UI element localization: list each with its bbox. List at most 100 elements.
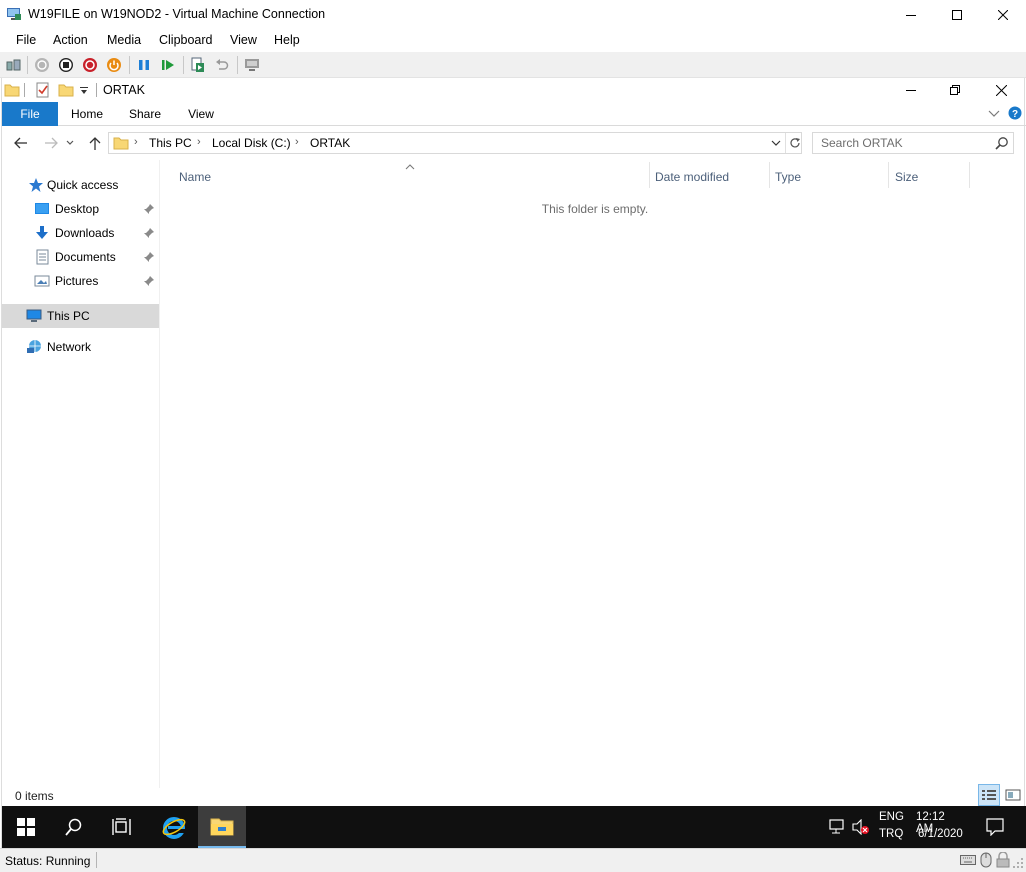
address-bar[interactable]: › This PC › Local Disk (C:) › ORTAK [108, 132, 802, 154]
resume-icon[interactable] [159, 56, 177, 74]
file-explorer-taskbar-icon[interactable] [198, 806, 246, 848]
sidebar-item-label: Documents [55, 250, 116, 264]
pin-icon [144, 275, 154, 289]
network-status-icon[interactable] [828, 819, 846, 838]
column-header-type[interactable]: Type [775, 170, 801, 190]
help-icon[interactable]: ? [1008, 106, 1022, 123]
recent-locations-button[interactable] [64, 134, 76, 152]
clock-date[interactable]: 6/1/2020 [918, 828, 963, 840]
pause-icon[interactable] [135, 56, 153, 74]
maximize-button[interactable] [934, 0, 980, 30]
start-icon[interactable] [33, 56, 51, 74]
picture-icon [34, 273, 50, 292]
menu-view[interactable]: View [230, 33, 257, 47]
taskbar: ENG TRQ 12:12 AM 6/1/2020 [2, 806, 1026, 848]
new-folder-icon[interactable] [58, 82, 74, 101]
large-icons-view-icon[interactable] [1002, 784, 1024, 806]
save-state-icon[interactable] [105, 56, 123, 74]
tab-file[interactable]: File [2, 102, 58, 126]
chevron-right-icon[interactable]: › [197, 136, 201, 148]
sidebar-item-label: Network [47, 340, 92, 354]
tab-view[interactable]: View [174, 102, 228, 126]
sidebar-item-label: Desktop [55, 202, 100, 216]
up-button[interactable] [85, 134, 105, 152]
explorer-window-title: ORTAK [103, 83, 145, 97]
network-icon [26, 339, 42, 358]
pin-icon [144, 227, 154, 241]
menu-media[interactable]: Media [107, 33, 141, 47]
task-view-button[interactable] [98, 806, 146, 848]
close-button[interactable] [980, 0, 1026, 30]
star-icon [28, 177, 44, 196]
navigation-pane: Quick access Desktop Downloads Documents… [2, 160, 160, 788]
navigation-bar: › This PC › Local Disk (C:) › ORTAK [2, 126, 1026, 160]
tab-home[interactable]: Home [60, 102, 114, 126]
sidebar-item-label: Downloads [55, 226, 115, 240]
enhanced-session-icon[interactable] [243, 56, 261, 74]
column-header-size[interactable]: Size [895, 170, 918, 190]
vm-menu-bar: File Action Media Clipboard View Help [0, 30, 1026, 52]
search-box[interactable] [812, 132, 1014, 154]
breadcrumb-this-pc[interactable]: This PC [149, 136, 192, 150]
volume-muted-icon[interactable] [852, 818, 870, 838]
sidebar-item-quick-access[interactable]: Quick access [2, 174, 159, 196]
vm-status-bar: Status: Running [0, 848, 1026, 872]
document-icon [35, 249, 51, 268]
address-history-icon[interactable] [771, 136, 781, 153]
revert-icon[interactable] [213, 56, 231, 74]
pin-icon [144, 203, 154, 217]
search-input[interactable] [813, 133, 991, 153]
forward-button[interactable] [41, 134, 61, 152]
sidebar-item-desktop[interactable]: Desktop [2, 198, 159, 220]
sidebar-item-documents[interactable]: Documents [2, 246, 159, 268]
column-header-date-modified[interactable]: Date modified [655, 170, 729, 190]
sidebar-item-label: This PC [47, 309, 90, 323]
chevron-right-icon[interactable]: › [295, 136, 299, 148]
pin-icon [144, 251, 154, 265]
search-icon[interactable] [995, 136, 1009, 153]
breadcrumb-local-disk[interactable]: Local Disk (C:) [212, 136, 291, 150]
column-header-name[interactable]: Name [179, 170, 211, 190]
explorer-restore-button[interactable] [932, 78, 978, 102]
resize-grip-icon[interactable] [1012, 857, 1024, 872]
vm-title-bar: W19FILE on W19NOD2 - Virtual Machine Con… [0, 0, 1026, 30]
search-button[interactable] [50, 806, 98, 848]
back-button[interactable] [11, 134, 31, 152]
ctrl-alt-del-icon[interactable] [5, 56, 23, 74]
desktop-icon [34, 201, 50, 220]
customize-qat-icon[interactable] [79, 85, 89, 99]
properties-icon[interactable] [35, 82, 51, 101]
guest-desktop: ORTAK File Home Share View ? › This PC ›… [1, 78, 1026, 848]
sidebar-item-downloads[interactable]: Downloads [2, 222, 159, 244]
explorer-close-button[interactable] [978, 78, 1024, 102]
svg-text:?: ? [1012, 109, 1018, 120]
refresh-icon[interactable] [785, 133, 803, 153]
chevron-right-icon[interactable]: › [134, 136, 138, 148]
action-center-icon[interactable] [986, 818, 1004, 839]
explorer-title-bar: ORTAK [2, 78, 1026, 102]
sidebar-item-pictures[interactable]: Pictures [2, 270, 159, 292]
ribbon-tabs: File Home Share View ? [2, 102, 1026, 126]
sidebar-item-network[interactable]: Network [2, 336, 159, 358]
menu-clipboard[interactable]: Clipboard [159, 33, 213, 47]
input-language[interactable]: ENG [879, 811, 904, 823]
details-view-icon[interactable] [978, 784, 1000, 806]
sidebar-item-this-pc[interactable]: This PC [2, 304, 159, 328]
checkpoint-icon[interactable] [189, 56, 207, 74]
expand-ribbon-icon[interactable] [988, 108, 1000, 122]
shutdown-icon[interactable] [81, 56, 99, 74]
keyboard-layout[interactable]: TRQ [879, 828, 903, 840]
menu-file[interactable]: File [16, 33, 36, 47]
turn-off-icon[interactable] [57, 56, 75, 74]
menu-action[interactable]: Action [53, 33, 88, 47]
vm-connection-icon [6, 6, 22, 22]
internet-explorer-icon[interactable] [150, 806, 198, 848]
file-list: Name Date modified Type Size This folder… [161, 160, 1026, 788]
tab-share[interactable]: Share [118, 102, 172, 126]
explorer-minimize-button[interactable] [888, 78, 934, 102]
breadcrumb-ortak[interactable]: ORTAK [310, 136, 350, 150]
minimize-button[interactable] [888, 0, 934, 30]
menu-help[interactable]: Help [274, 33, 300, 47]
vm-toolbar [0, 52, 1026, 78]
start-button[interactable] [2, 806, 50, 848]
